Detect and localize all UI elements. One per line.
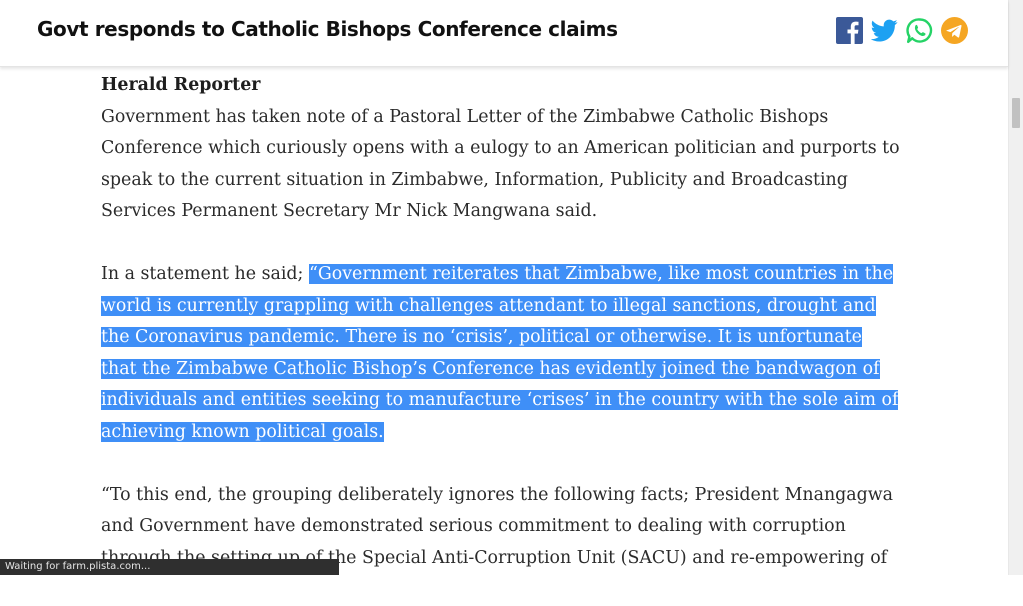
article-paragraph-1: Herald Reporter Government has taken not…: [101, 70, 901, 228]
page-title: Govt responds to Catholic Bishops Confer…: [37, 17, 618, 41]
telegram-icon: [941, 17, 968, 44]
article-body: Herald Reporter Government has taken not…: [101, 70, 901, 606]
paragraph-text: Government has taken note of a Pastoral …: [101, 106, 900, 222]
article-paragraph-2: In a statement he said; “Government reit…: [101, 259, 901, 448]
facebook-icon: [836, 17, 863, 44]
page-scrollbar[interactable]: [1008, 0, 1023, 575]
article-header: Govt responds to Catholic Bishops Confer…: [0, 0, 1008, 67]
share-telegram-button[interactable]: [941, 17, 968, 44]
whatsapp-icon: [906, 18, 933, 43]
paragraph-intro: In a statement he said;: [101, 264, 309, 284]
share-whatsapp-button[interactable]: [906, 17, 933, 44]
browser-status-bar: Waiting for farm.plista.com...: [0, 559, 339, 575]
scrollbar-thumb[interactable]: [1012, 98, 1020, 128]
byline: Herald Reporter: [101, 75, 261, 95]
share-twitter-button[interactable]: [871, 17, 898, 44]
share-facebook-button[interactable]: [836, 17, 863, 44]
paragraph-text: “To this end, the grouping deliberately …: [101, 484, 894, 568]
twitter-icon: [871, 19, 898, 42]
selected-quote-text: “Government reiterates that Zimbabwe, li…: [101, 264, 899, 442]
